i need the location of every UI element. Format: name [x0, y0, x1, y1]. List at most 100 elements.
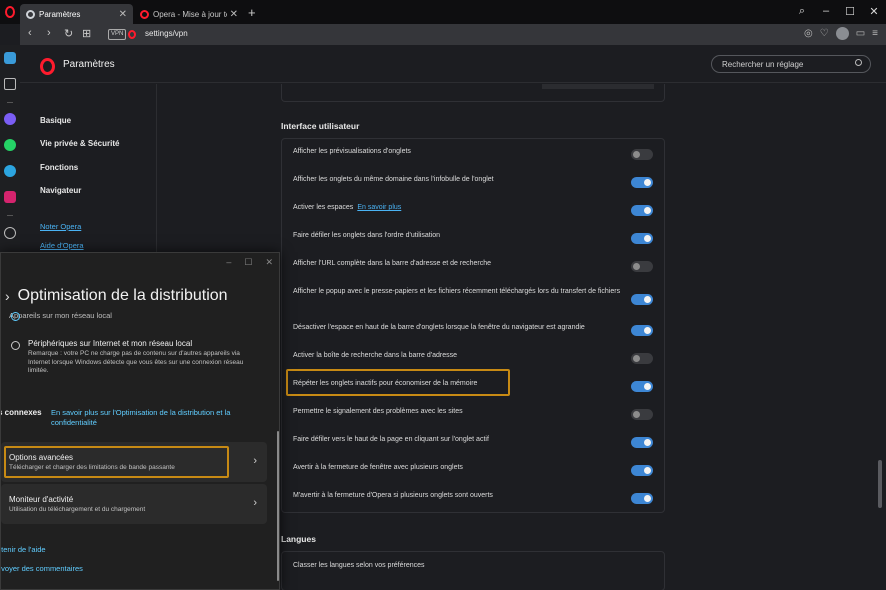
- toggle-switch[interactable]: [631, 493, 653, 504]
- tab-grid-button[interactable]: ⊞: [82, 27, 91, 40]
- setting-label-wrap: Activer les espaces En savoir plus: [293, 203, 623, 214]
- back-button[interactable]: ‹: [28, 27, 32, 39]
- settings-row: Répéter les onglets inactifs pour économ…: [282, 379, 664, 393]
- maximize-button[interactable]: ☐: [244, 257, 252, 268]
- activity-monitor-card[interactable]: Moniteur d'activité Utilisation du téléc…: [1, 484, 267, 524]
- vpn-badge[interactable]: VPN: [108, 29, 127, 40]
- highlight-box: [4, 446, 229, 478]
- nav-link-help[interactable]: Aide d'Opera: [40, 241, 84, 250]
- forward-button[interactable]: ›: [47, 27, 51, 39]
- sidebar-divider: [7, 215, 13, 216]
- lang-order-label[interactable]: Classer les langues selon vos préférence…: [293, 562, 425, 569]
- heart-icon[interactable]: ♡: [820, 28, 829, 39]
- get-help-link[interactable]: btenir de l'aide: [1, 545, 46, 554]
- radio-local[interactable]: [11, 312, 20, 321]
- minimize-button[interactable]: –: [814, 5, 838, 17]
- dialog-window-controls: – ☐ ✕: [226, 257, 273, 268]
- close-icon[interactable]: ✕: [230, 9, 238, 20]
- player-icon[interactable]: [4, 227, 16, 239]
- camera-icon[interactable]: ◎: [804, 28, 813, 39]
- radio-option-internet-label[interactable]: Périphériques sur Internet et mon réseau…: [28, 339, 192, 348]
- new-tab-button[interactable]: +: [248, 5, 256, 20]
- radio-option-local-label[interactable]: Appareils sur mon réseau local: [9, 311, 112, 320]
- telegram-icon[interactable]: [4, 165, 16, 177]
- setting-label: Activer la boîte de recherche dans la ba…: [293, 352, 457, 359]
- chevron-right-icon: ›: [253, 497, 257, 509]
- dialog-scrollbar[interactable]: [277, 431, 279, 581]
- search-tabs-icon[interactable]: ⌕: [790, 5, 814, 18]
- site-info-icon[interactable]: [128, 30, 136, 39]
- settings-header: Paramètres Rechercher un réglage: [20, 45, 886, 83]
- tab-opera-update[interactable]: Opera - Mise à jour termin ✕: [134, 4, 244, 24]
- learn-more-link[interactable]: En savoir plus: [357, 204, 401, 211]
- toggle-switch[interactable]: [631, 205, 653, 216]
- opera-logo-icon: [40, 58, 55, 75]
- privacy-learn-more-link[interactable]: En savoir plus sur l'Optimisation de la …: [51, 408, 261, 428]
- setting-label: Avertir à la fermeture de fenêtre avec p…: [293, 464, 463, 471]
- nav-link-rate[interactable]: Noter Opera: [40, 222, 81, 231]
- avatar[interactable]: [835, 27, 849, 40]
- address-field[interactable]: settings/vpn: [145, 29, 188, 38]
- search-icon: [855, 59, 862, 66]
- setting-label: Afficher le popup avec le presse-papiers…: [293, 288, 621, 295]
- sidebar-divider: [7, 102, 13, 103]
- close-button[interactable]: ✕: [265, 257, 273, 268]
- tab-parametres[interactable]: Paramètres ✕: [20, 4, 133, 24]
- delivery-optimization-window: – ☐ ✕ › Optimisation de la distribution …: [0, 252, 280, 590]
- opera-icon: [140, 9, 149, 19]
- maximize-button[interactable]: ☐: [838, 5, 862, 18]
- nav-item-privacy[interactable]: Vie privée & Sécurité: [40, 139, 119, 148]
- messenger-icon[interactable]: [4, 113, 16, 125]
- toggle-switch[interactable]: [631, 294, 653, 305]
- instagram-icon[interactable]: [4, 191, 16, 203]
- section-title-lang: Langues: [281, 534, 316, 544]
- nav-item-navigateur[interactable]: Navigateur: [40, 186, 81, 195]
- setting-label: Afficher les onglets du même domaine dan…: [293, 176, 494, 183]
- close-window-button[interactable]: ✕: [862, 5, 886, 18]
- menu-icon[interactable]: ≡: [872, 28, 878, 39]
- lang-settings-card: Classer les langues selon vos préférence…: [281, 551, 665, 590]
- opera-menu-icon[interactable]: [5, 6, 15, 18]
- ui-settings-card: Afficher les prévisualisations d'onglets…: [281, 138, 665, 513]
- nav-item-basique[interactable]: Basique: [40, 116, 71, 125]
- settings-row: Activer la boîte de recherche dans la ba…: [282, 351, 664, 365]
- gear-icon: [26, 9, 35, 19]
- whatsapp-icon[interactable]: [4, 139, 16, 151]
- minimize-button[interactable]: –: [226, 257, 231, 268]
- setting-label: Activer les espaces: [293, 204, 354, 211]
- workspace-icon[interactable]: [4, 52, 16, 64]
- page-scrollbar[interactable]: [878, 460, 882, 508]
- toggle-switch[interactable]: [631, 409, 653, 420]
- toggle-switch[interactable]: [631, 437, 653, 448]
- toggle-switch[interactable]: [631, 233, 653, 244]
- chevron-right-icon: ›: [253, 455, 257, 467]
- settings-row: Permettre le signalement des problèmes a…: [282, 407, 664, 421]
- window-controls: ⌕ – ☐ ✕: [790, 0, 886, 22]
- home-icon[interactable]: [4, 78, 16, 90]
- radio-internet[interactable]: [11, 341, 20, 350]
- search-input[interactable]: Rechercher un réglage: [711, 55, 871, 73]
- reload-button[interactable]: ↻: [64, 27, 73, 40]
- dialog-title-row: › Optimisation de la distribution: [5, 287, 228, 305]
- toggle-switch[interactable]: [631, 465, 653, 476]
- toggle-switch[interactable]: [631, 353, 653, 364]
- search-placeholder: Rechercher un réglage: [722, 60, 804, 69]
- toggle-switch[interactable]: [631, 381, 653, 392]
- dialog-title: Optimisation de la distribution: [17, 287, 228, 304]
- nav-item-fonctions[interactable]: Fonctions: [40, 163, 78, 172]
- toggle-switch[interactable]: [631, 325, 653, 336]
- toolbar-actions: ◎ ♡ ▭ ≡: [804, 27, 878, 40]
- section-title-ui: Interface utilisateur: [281, 121, 360, 131]
- close-icon[interactable]: ✕: [119, 9, 127, 20]
- toggle-switch[interactable]: [631, 149, 653, 160]
- tab-title: Paramètres: [39, 9, 81, 19]
- toggle-switch[interactable]: [631, 261, 653, 272]
- page-title: Paramètres: [63, 59, 115, 70]
- toggle-switch[interactable]: [631, 177, 653, 188]
- related-settings-label: s connexes: [0, 408, 42, 417]
- feedback-link[interactable]: nvoyer des commentaires: [1, 564, 83, 573]
- setting-label: Permettre le signalement des problèmes a…: [293, 408, 463, 415]
- chevron-right-icon: ›: [5, 288, 10, 304]
- battery-icon[interactable]: ▭: [856, 28, 865, 39]
- settings-row: Afficher les prévisualisations d'onglets: [282, 147, 664, 161]
